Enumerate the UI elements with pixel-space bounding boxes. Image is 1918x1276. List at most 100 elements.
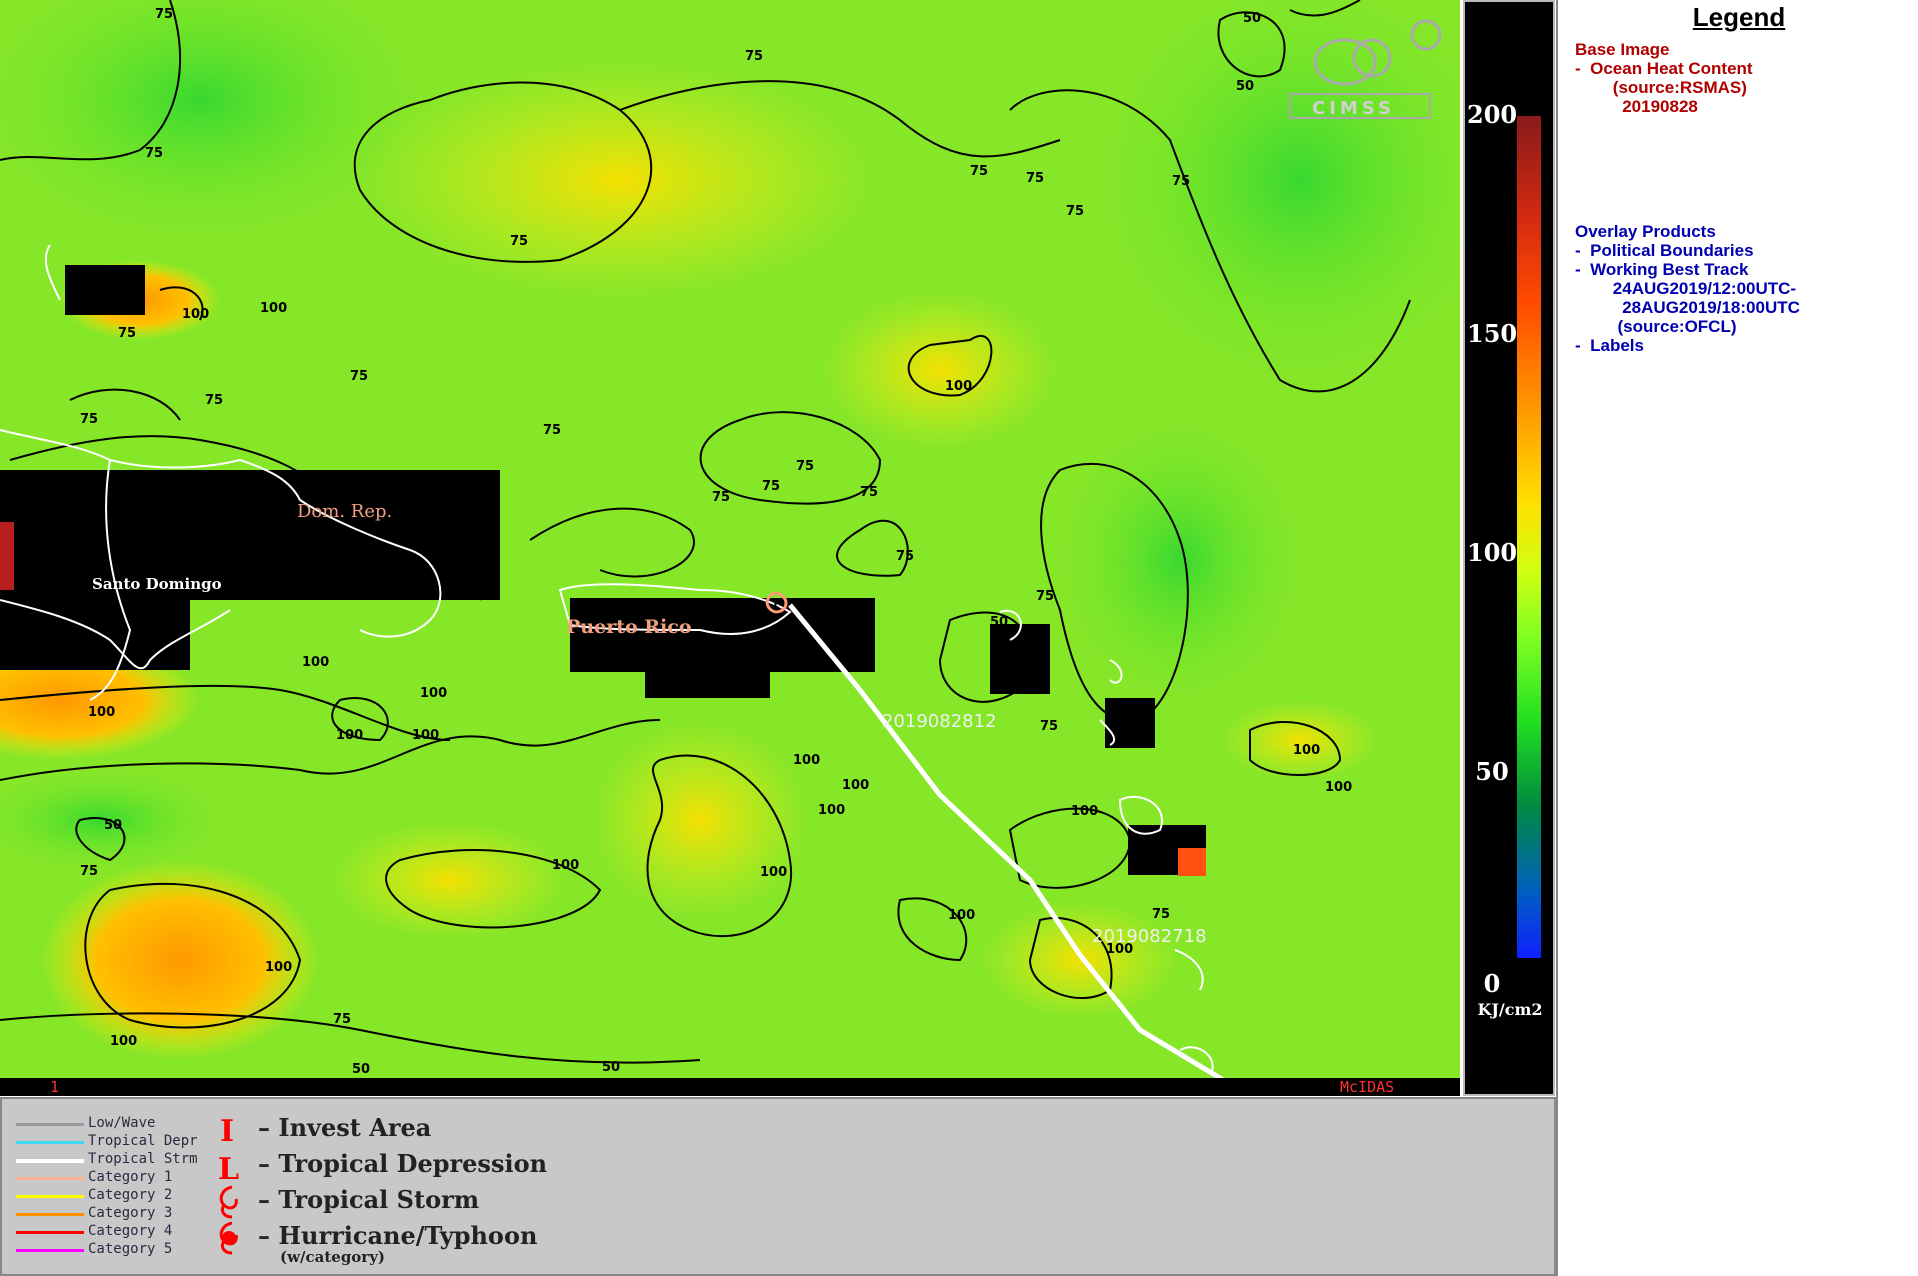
panel-number: 1 [50,1078,59,1096]
base-image-item: - Ocean Heat Content [1575,59,1753,78]
contour-label: 75 [745,49,763,64]
contour-label: 75 [510,234,528,249]
contour-label: 100 [302,655,329,670]
symbol-key-label: – Invest Area [258,1113,432,1142]
contour-label: 75 [80,412,98,427]
land-edge-cell [0,522,14,590]
base-image-heading: Base Image [1575,40,1670,59]
contour-label: 75 [145,146,163,161]
contour-label: 100 [552,858,579,873]
colorbar-tick: 200 [1467,100,1518,129]
contour-label: 50 [1236,79,1254,94]
overlay-heading: Overlay Products [1575,222,1716,241]
map-status-strip [0,1078,1460,1096]
contour-label: 100 [110,1034,137,1049]
contour-label: 75 [1036,589,1054,604]
contour-label: 75 [762,479,780,494]
contour-label: 100 [1071,804,1098,819]
contour-label: 100 [1293,743,1320,758]
contour-label: 100 [760,865,787,880]
track-key-label: Category 3 [88,1205,173,1221]
contour-label: 100 [260,301,287,316]
track-key-label: Category 4 [88,1223,173,1239]
contour-label: 50 [104,818,122,833]
contour-label: 100 [948,908,975,923]
contour-label: 100 [88,705,115,720]
contour-label: 100 [793,753,820,768]
colorbar-tick: 0 [1483,969,1501,998]
invest-area-icon: I [220,1114,234,1147]
track-key-swatch [16,1177,84,1180]
symbol-key-note: (w/category) [280,1248,386,1266]
contour-label: 75 [896,549,914,564]
contour-label: 100 [842,778,869,793]
symbol-key-label: – Tropical Depression [258,1149,548,1178]
contour-label: 50 [990,615,1008,630]
track-date-label: 2019082812 [882,711,997,732]
overlay-item: 24AUG2019/12:00UTC- [1575,279,1797,298]
legend-title: Legend [1692,2,1786,32]
legend-panel: Legend Base Image - Ocean Heat Content (… [1556,0,1918,1276]
track-key-label: Category 5 [88,1241,173,1257]
contour-label: 75 [860,485,878,500]
warm-cell [1178,848,1206,876]
contour-label: 75 [80,864,98,879]
contour-label: 75 [970,164,988,179]
track-key-label: Low/Wave [88,1115,156,1131]
base-image-item: 20190828 [1575,97,1698,116]
contour-label: 100 [1325,780,1352,795]
overlay-item: - Labels [1575,336,1644,355]
track-date-label: 2019082718 [1092,926,1207,947]
colorbar-unit: KJ/cm2 [1477,1000,1543,1019]
contour-label: 50 [352,1062,370,1077]
contour-label: 100 [818,803,845,818]
contour-label: 75 [350,369,368,384]
contour-label: 100 [412,728,439,743]
contour-label: 75 [1066,204,1084,219]
overlay-item: (source:OFCL) [1575,317,1737,336]
storm-symbol-number: 1 [771,597,779,611]
place-label-dom-rep: Dom. Rep. [297,501,392,522]
place-label-santo-domingo: Santo Domingo [92,575,222,593]
cimss-logo-text: CIMSS [1312,98,1395,119]
color-scale-panel: 200 150 100 50 0 KJ/cm2 [1463,0,1555,1096]
contour-label: 75 [1040,719,1058,734]
contour-label: 75 [205,393,223,408]
contour-label: 75 [333,1012,351,1027]
tropical-storm-icon [219,1185,238,1219]
contour-label: 75 [796,459,814,474]
contour-label: 100 [182,307,209,322]
tropical-depression-icon: L [218,1152,239,1183]
contour-label: 75 [1152,907,1170,922]
track-key-swatch [16,1195,84,1198]
contour-label: 75 [543,423,561,438]
track-key-swatch [16,1159,84,1163]
track-key-panel: Low/Wave Tropical Depr Tropical Strm Cat… [0,1097,1556,1276]
contour-label: 75 [712,490,730,505]
symbol-key-label: – Tropical Storm [258,1185,480,1214]
track-key-swatch [16,1141,84,1144]
place-label-puerto-rico: Puerto Rico [566,616,692,638]
track-key-swatch [16,1213,84,1216]
contour-label: 100 [945,379,972,394]
contour-label: 75 [118,326,136,341]
colorbar-tick: 100 [1467,538,1518,567]
base-image-item: (source:RSMAS) [1575,78,1747,97]
map-canvas: 1 75 50 50 75 75 75 75 75 75 75 100 100 … [0,0,1460,1096]
contour-label: 50 [1243,11,1261,26]
track-key-swatch [16,1249,84,1252]
contour-label: 100 [265,960,292,975]
contour-label: 75 [1026,171,1044,186]
mcidas-label: McIDAS [1340,1078,1394,1096]
colorbar-tick: 150 [1467,319,1518,348]
svg-text:I: I [220,1114,234,1147]
hurricane-icon [219,1221,238,1255]
symbol-key-label: – Hurricane/Typhoon [258,1221,538,1250]
colorbar-tick: 50 [1475,757,1509,786]
color-scale-bar [1517,116,1541,958]
track-key-label: Category 2 [88,1187,173,1203]
track-key-label: Tropical Strm [88,1151,198,1167]
track-key-label: Category 1 [88,1169,173,1185]
contour-label: 75 [155,7,173,22]
contour-label: 50 [602,1060,620,1075]
